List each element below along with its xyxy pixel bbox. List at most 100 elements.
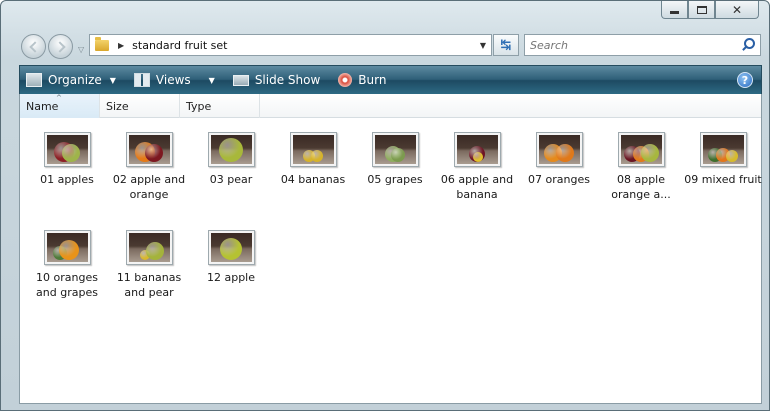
fruit-photo-image: [46, 233, 88, 262]
minimize-button[interactable]: [661, 1, 688, 19]
file-name-label: 07 oranges: [528, 173, 590, 186]
fruit-photo-image: [292, 135, 334, 164]
file-thumbnail: [453, 132, 501, 167]
breadcrumb-current-folder[interactable]: standard fruit set: [132, 39, 475, 52]
fruit-photo-image: [46, 135, 88, 164]
file-name-label: 01 apples: [40, 173, 94, 186]
maximize-icon: [696, 5, 707, 14]
close-button[interactable]: ✕: [715, 1, 759, 19]
fruit-shape: [219, 138, 243, 162]
file-thumbnail: [535, 132, 583, 167]
command-toolbar: Organize ▼ Views ▼ Slide Show Burn ?: [19, 65, 762, 94]
organize-icon: [26, 73, 42, 87]
views-button[interactable]: Views ▼: [133, 66, 215, 94]
fruit-shape: [311, 150, 324, 162]
organize-label: Organize: [48, 73, 102, 87]
file-list-pane[interactable]: ^ Name Size Type 01 apples 02 apple and o…: [19, 94, 762, 404]
search-input[interactable]: [525, 38, 739, 52]
file-thumbnail: [289, 132, 337, 167]
back-button[interactable]: [21, 34, 46, 59]
file-item[interactable]: 02 apple and orange: [108, 132, 190, 202]
fruit-photo-image: [210, 135, 252, 164]
breadcrumb-chevron-icon[interactable]: ▶: [118, 41, 124, 50]
views-chevron-down-icon[interactable]: ▼: [209, 76, 215, 85]
slideshow-icon: [232, 74, 249, 86]
file-thumbnail: [617, 132, 665, 167]
file-item[interactable]: 06 apple and banana: [436, 132, 518, 202]
file-item[interactable]: 11 bananas and pear: [108, 230, 190, 300]
organize-button[interactable]: Organize ▼: [26, 66, 116, 94]
fruit-shape: [144, 144, 163, 162]
file-thumbnail: [43, 230, 91, 265]
fruit-photo-image: [538, 135, 580, 164]
column-header-name-label: Name: [26, 100, 59, 113]
file-item[interactable]: 03 pear: [190, 132, 272, 187]
file-item[interactable]: 10 oranges and grapes: [26, 230, 108, 300]
address-dropdown-icon[interactable]: ▼: [475, 41, 491, 50]
address-bar[interactable]: ▶ standard fruit set ▼: [89, 34, 492, 56]
slideshow-label: Slide Show: [254, 73, 321, 87]
minimize-icon: [670, 10, 679, 14]
file-name-label: 04 bananas: [280, 173, 346, 186]
file-name-label: 11 bananas and pear: [116, 271, 182, 299]
search-box[interactable]: [524, 34, 761, 56]
fruit-shape: [472, 152, 483, 162]
file-item[interactable]: 01 apples: [26, 132, 108, 187]
column-header-size[interactable]: Size: [100, 94, 180, 118]
column-header-name[interactable]: ^ Name: [20, 94, 100, 118]
file-name-label: 08 apple orange a...: [611, 173, 671, 201]
organize-chevron-down-icon: ▼: [109, 75, 116, 85]
file-name-label: 12 apple: [206, 271, 256, 284]
fruit-shape: [391, 148, 406, 162]
window-controls: ✕: [661, 1, 759, 19]
file-item[interactable]: 04 bananas: [272, 132, 354, 187]
file-name-label: 03 pear: [209, 173, 253, 186]
explorer-window: ✕ ▽ ▶ standard fruit set ▼ ↹ Organize ▼ …: [0, 0, 770, 411]
column-header-type[interactable]: Type: [180, 94, 260, 118]
fruit-shape: [145, 242, 164, 260]
file-thumbnail: [125, 230, 173, 265]
fruit-shape: [59, 240, 80, 260]
fruit-photo-image: [210, 233, 252, 262]
forward-button[interactable]: [48, 34, 73, 59]
column-header-type-label: Type: [186, 100, 212, 113]
fruit-shape: [726, 150, 739, 162]
burn-disc-icon: [338, 73, 353, 87]
file-thumbnail: [207, 230, 255, 265]
file-thumbnail: [125, 132, 173, 167]
recent-pages-dropdown[interactable]: ▽: [78, 45, 84, 54]
column-headers: ^ Name Size Type: [20, 94, 761, 118]
column-header-size-label: Size: [106, 100, 129, 113]
file-item[interactable]: 05 grapes: [354, 132, 436, 187]
file-item[interactable]: 09 mixed fruit: [682, 132, 764, 187]
fruit-shape: [62, 144, 81, 162]
file-item[interactable]: 08 apple orange a...: [600, 132, 682, 202]
file-name-label: 09 mixed fruit: [684, 173, 762, 186]
help-button[interactable]: ?: [737, 72, 753, 88]
slideshow-button[interactable]: Slide Show: [232, 66, 321, 94]
fruit-photo-image: [128, 135, 170, 164]
close-icon: ✕: [731, 2, 743, 17]
views-icon: [133, 73, 150, 87]
search-icon[interactable]: [739, 36, 757, 54]
file-item[interactable]: 07 oranges: [518, 132, 600, 187]
views-label: Views: [155, 73, 191, 87]
burn-button[interactable]: Burn: [338, 66, 386, 94]
fruit-photo-image: [456, 135, 498, 164]
file-name-label: 06 apple and banana: [440, 173, 514, 201]
fruit-photo-image: [128, 233, 170, 262]
fruit-shape: [220, 238, 242, 260]
file-thumbnail: [43, 132, 91, 167]
file-thumbnail: [207, 132, 255, 167]
refresh-button[interactable]: ↹: [493, 34, 519, 56]
refresh-icon: ↹: [500, 37, 512, 53]
help-icon: ?: [741, 74, 749, 87]
file-item[interactable]: 12 apple: [190, 230, 272, 285]
fruit-photo-image: [374, 135, 416, 164]
navigation-bar: ▽ ▶ standard fruit set ▼ ↹: [1, 31, 769, 61]
file-name-label: 02 apple and orange: [112, 173, 186, 201]
fruit-shape: [641, 144, 660, 162]
maximize-button[interactable]: [688, 1, 715, 19]
fruit-photo-image: [702, 135, 744, 164]
folder-icon: [95, 36, 109, 51]
